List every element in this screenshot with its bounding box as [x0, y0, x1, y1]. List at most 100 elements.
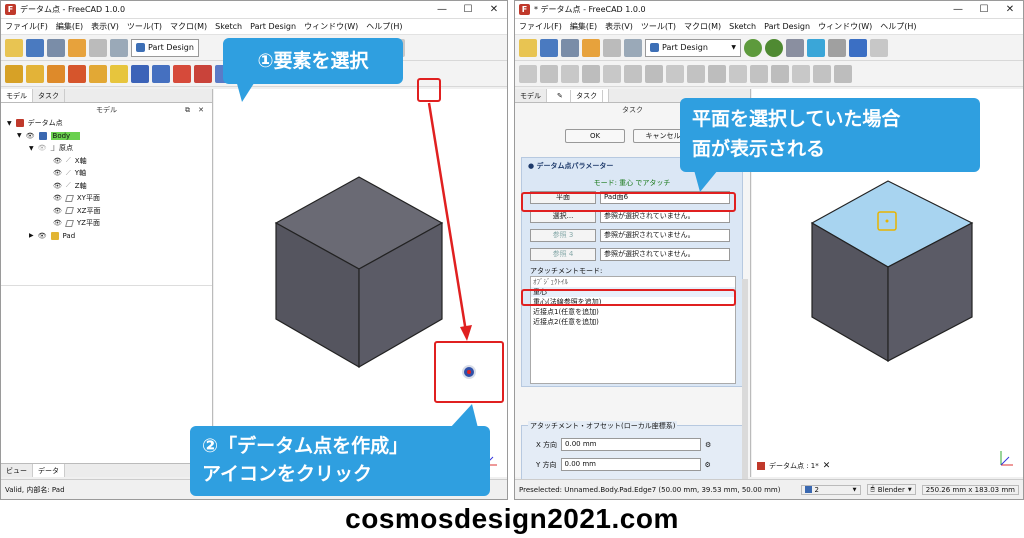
subtractive-loft-icon[interactable] — [194, 64, 212, 83]
pane-float-icon[interactable]: ⧉ — [185, 103, 190, 117]
tree-item-xz-plane[interactable]: 👁 XZ平面 — [7, 205, 212, 218]
tree-item-xy-plane[interactable]: 👁 XY平面 — [7, 192, 212, 205]
property-pane-divider[interactable] — [1, 285, 212, 286]
datum-point-tool-icon[interactable] — [462, 365, 476, 379]
navigation-style-selector[interactable]: 🖱 Blender ▼ — [866, 484, 916, 495]
menu-tools[interactable]: ツール(T) — [641, 21, 676, 32]
reference-4-field[interactable]: 参照が選択されていません。 — [600, 248, 730, 261]
tab-model[interactable]: モデル — [1, 89, 33, 102]
tree-item-origin[interactable]: ▼ 👁 ⅃ 原点 — [7, 142, 212, 155]
loft-icon[interactable] — [68, 64, 86, 83]
redo-icon[interactable] — [603, 38, 621, 57]
maximize-icon[interactable]: ☐ — [455, 4, 481, 15]
redo-icon[interactable] — [89, 38, 107, 57]
workbench-selector[interactable]: Part Design — [131, 38, 199, 57]
draw-style-selector[interactable]: 2 ▼ — [800, 484, 861, 495]
whats-this-icon[interactable] — [849, 38, 867, 57]
menu-help[interactable]: ヘルプ(H) — [880, 21, 916, 32]
tree-item-x-axis[interactable]: 👁 ⟋ X軸 — [7, 155, 212, 168]
collapse-arrow-icon[interactable]: ▼ — [29, 145, 34, 152]
visibility-eye-icon[interactable]: 👁 — [53, 169, 62, 177]
tree-item-body[interactable]: ▼ 👁 Body — [7, 130, 212, 143]
expand-arrow-icon[interactable]: ▶ — [29, 232, 34, 239]
open-document-icon[interactable] — [540, 38, 558, 57]
pad-icon[interactable] — [26, 64, 44, 83]
reference-3-field[interactable]: 参照が選択されていません。 — [600, 229, 730, 242]
menu-view[interactable]: 表示(V) — [91, 21, 119, 32]
collapse-arrow-icon[interactable]: ▼ — [7, 120, 12, 127]
groove-icon[interactable] — [173, 64, 191, 83]
reference-4-button[interactable]: 参照 4 — [530, 248, 596, 261]
close-tab-icon[interactable]: ✕ — [823, 461, 831, 471]
menu-window[interactable]: ウィンドウ(W) — [304, 21, 358, 32]
scrollbar[interactable] — [742, 279, 748, 479]
tab-view[interactable]: ビュー — [1, 464, 33, 477]
menu-help[interactable]: ヘルプ(H) — [366, 21, 402, 32]
revolve-icon[interactable] — [47, 64, 65, 83]
save-icon[interactable] — [561, 38, 579, 57]
menu-part-design[interactable]: Part Design — [764, 22, 810, 31]
ok-button[interactable]: OK — [565, 129, 625, 143]
visibility-eye-icon[interactable]: 👁 — [53, 157, 62, 165]
menu-macro[interactable]: マクロ(M) — [684, 21, 721, 32]
menu-edit[interactable]: 編集(E) — [570, 21, 597, 32]
additive-primitive-icon[interactable] — [110, 64, 128, 83]
view-cube-icon[interactable] — [786, 38, 804, 57]
close-icon[interactable]: ✕ — [481, 4, 507, 15]
pocket-icon[interactable] — [131, 64, 149, 83]
visibility-eye-icon[interactable]: 👁 — [53, 219, 62, 227]
menu-file[interactable]: ファイル(F) — [519, 21, 562, 32]
measure-icon[interactable] — [807, 38, 825, 57]
menu-file[interactable]: ファイル(F) — [5, 21, 48, 32]
maximize-icon[interactable]: ☐ — [971, 4, 997, 15]
tab-task[interactable]: タスク — [33, 89, 65, 102]
undo-icon[interactable] — [582, 38, 600, 57]
document-tab[interactable]: データム点 : 1* ✕ — [757, 461, 830, 471]
collapse-arrow-icon[interactable]: ▼ — [17, 132, 22, 139]
toolbar-overflow-icon[interactable] — [870, 38, 888, 57]
visibility-eye-icon[interactable]: 👁 — [53, 194, 62, 202]
save-icon[interactable] — [47, 38, 65, 57]
menu-sketch[interactable]: Sketch — [215, 22, 242, 31]
menu-window[interactable]: ウィンドウ(W) — [818, 21, 872, 32]
refresh-icon[interactable] — [110, 38, 128, 57]
link-icon[interactable] — [828, 38, 846, 57]
tree-item-z-axis[interactable]: 👁 ⟋ Z軸 — [7, 180, 212, 193]
menu-part-design[interactable]: Part Design — [250, 22, 296, 31]
reference-3-button[interactable]: 参照 3 — [530, 229, 596, 242]
tree-item-yz-plane[interactable]: 👁 YZ平面 — [7, 217, 212, 230]
visibility-eye-icon[interactable]: 👁 — [53, 182, 62, 190]
workbench-selector[interactable]: Part Design ▼ — [645, 38, 741, 57]
mode-item[interactable]: 近接点2(任意を追加) — [531, 317, 735, 327]
zoom-fit-icon[interactable] — [744, 38, 762, 57]
expression-icon[interactable]: ⚙ — [705, 441, 711, 449]
menu-macro[interactable]: マクロ(M) — [170, 21, 207, 32]
tree-item-pad[interactable]: ▶ 👁 Pad — [7, 230, 212, 243]
refresh-icon[interactable] — [624, 38, 642, 57]
pane-close-icon[interactable]: ✕ — [198, 103, 204, 117]
pipe-icon[interactable] — [89, 64, 107, 83]
visibility-eye-icon[interactable]: 👁 — [38, 144, 47, 152]
menu-sketch[interactable]: Sketch — [729, 22, 756, 31]
visibility-eye-icon[interactable]: 👁 — [38, 232, 47, 240]
expression-icon[interactable]: ⚙ — [705, 461, 711, 469]
close-icon[interactable]: ✕ — [997, 4, 1023, 15]
offset-y-field[interactable]: 0.00 mm — [560, 458, 701, 471]
menu-view[interactable]: 表示(V) — [605, 21, 633, 32]
hole-icon[interactable] — [152, 64, 170, 83]
new-document-icon[interactable] — [519, 38, 537, 57]
menu-tools[interactable]: ツール(T) — [127, 21, 162, 32]
undo-icon[interactable] — [68, 38, 86, 57]
offset-x-field[interactable]: 0.00 mm — [561, 438, 702, 451]
minimize-icon[interactable]: — — [945, 4, 971, 15]
tab-data[interactable]: データ — [33, 464, 65, 477]
zoom-selection-icon[interactable] — [765, 38, 783, 57]
menu-edit[interactable]: 編集(E) — [56, 21, 83, 32]
visibility-eye-icon[interactable]: 👁 — [53, 207, 62, 215]
open-document-icon[interactable] — [26, 38, 44, 57]
visibility-eye-icon[interactable]: 👁 — [26, 132, 35, 140]
tab-task[interactable]: ✎ タスク — [547, 89, 610, 102]
mode-item[interactable]: ｵﾌﾞｼﾞｪｸﾄｲﾙ — [531, 277, 735, 287]
new-document-icon[interactable] — [5, 38, 23, 57]
sketch-icon[interactable] — [5, 64, 23, 83]
